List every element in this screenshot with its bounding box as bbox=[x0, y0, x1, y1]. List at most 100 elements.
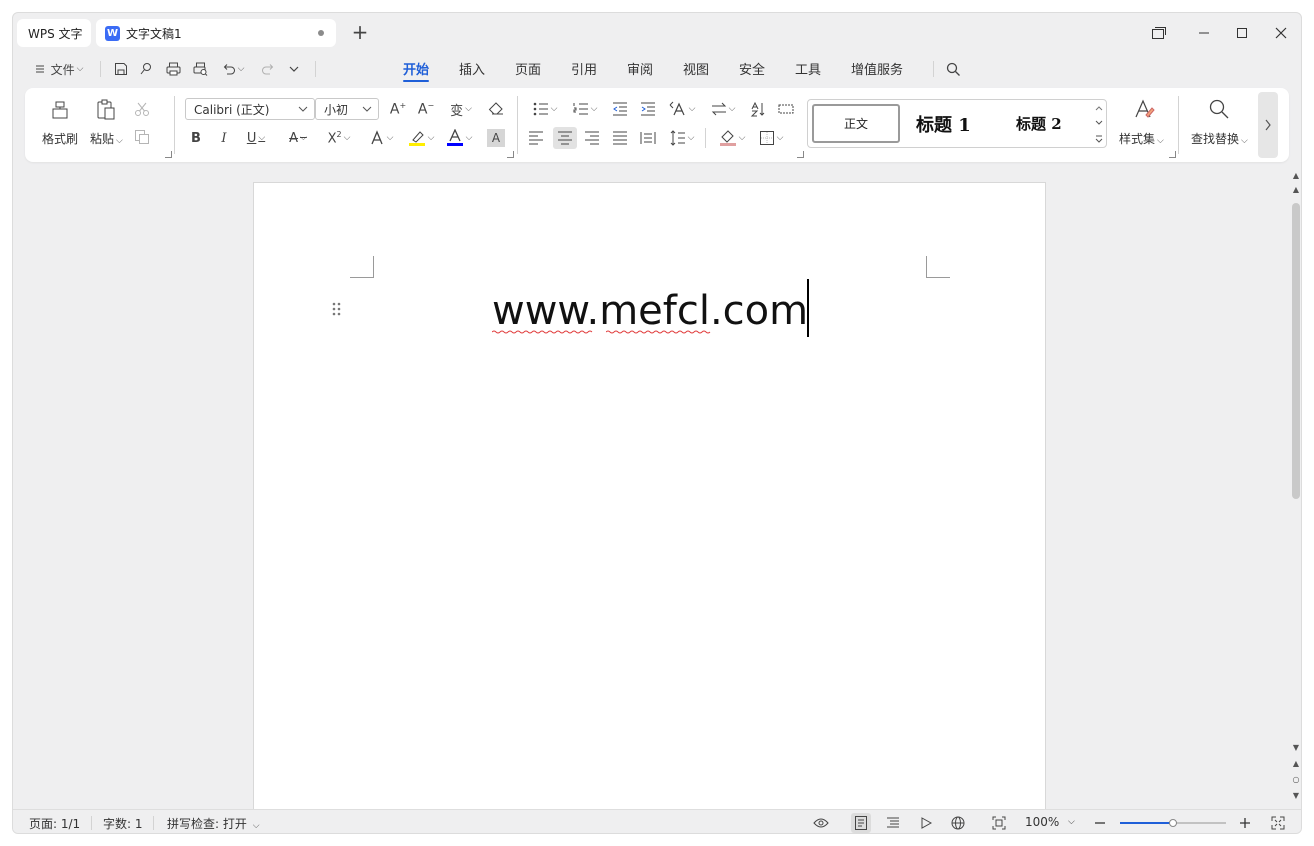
superscript-button[interactable]: X2 ⌵ bbox=[323, 127, 355, 149]
distributed-button[interactable] bbox=[637, 127, 659, 149]
quick-access-more-button[interactable] bbox=[284, 58, 304, 80]
shading-button[interactable]: ⌵ bbox=[715, 127, 749, 149]
search-button[interactable] bbox=[943, 58, 963, 80]
spell-check-toggle[interactable]: 拼写检查: 打开 ⌵ bbox=[167, 815, 260, 832]
strikethrough-button[interactable]: A ⌵ bbox=[283, 127, 313, 149]
paste-label[interactable]: 粘贴 ⌵ bbox=[90, 130, 123, 147]
style-set-button[interactable] bbox=[1131, 96, 1157, 122]
print-preview-button[interactable] bbox=[190, 58, 210, 80]
word-count[interactable]: 字数: 1 bbox=[103, 815, 143, 832]
fit-page-button[interactable] bbox=[989, 813, 1009, 833]
redo-button[interactable] bbox=[258, 58, 278, 80]
tab-page[interactable]: 页面 bbox=[515, 59, 541, 78]
cut-button[interactable] bbox=[131, 98, 153, 120]
underline-button[interactable]: U ⌵ bbox=[241, 127, 271, 149]
tab-view[interactable]: 视图 bbox=[683, 59, 709, 78]
document-canvas[interactable]: www.mefcl.com bbox=[13, 171, 1289, 822]
line-spacing-button[interactable]: ⌵ bbox=[665, 127, 699, 149]
numbering-button[interactable]: ⌵ bbox=[569, 98, 601, 120]
find-replace-label[interactable]: 查找替换 ⌵ bbox=[1191, 130, 1248, 147]
maximize-button[interactable] bbox=[1229, 21, 1255, 45]
save-button[interactable] bbox=[111, 58, 131, 80]
align-left-button[interactable] bbox=[525, 127, 547, 149]
text-effect-button[interactable]: ⌵ bbox=[365, 127, 397, 149]
scroll-up-icon[interactable]: ▲ bbox=[1289, 185, 1301, 194]
justify-button[interactable] bbox=[609, 127, 631, 149]
ribbon-more-button[interactable] bbox=[1258, 92, 1278, 158]
tab-document[interactable]: W 文字文稿1 bbox=[96, 19, 336, 47]
undo-button[interactable]: ⌵ bbox=[219, 58, 247, 80]
zoom-in-button[interactable] bbox=[1235, 813, 1255, 833]
align-right-button[interactable] bbox=[581, 127, 603, 149]
tab-review[interactable]: 审阅 bbox=[627, 59, 653, 78]
borders-button[interactable]: ⌵ bbox=[755, 127, 787, 149]
zoom-dropdown-icon[interactable]: ⌵ bbox=[1068, 817, 1075, 827]
reading-mode-button[interactable] bbox=[916, 813, 936, 833]
tab-wps-home[interactable]: WPS 文字 bbox=[17, 19, 91, 47]
tab-insert[interactable]: 插入 bbox=[459, 59, 485, 78]
paragraph-direction-button[interactable]: ⌵ bbox=[707, 98, 739, 120]
text-direction-button[interactable]: ⌵ bbox=[665, 98, 699, 120]
restore-layout-button[interactable] bbox=[1146, 21, 1172, 45]
scroll-down-icon[interactable]: ▼ bbox=[1289, 743, 1301, 752]
tab-tools[interactable]: 工具 bbox=[795, 59, 821, 78]
shrink-font-button[interactable]: A− bbox=[415, 98, 437, 120]
sort-button[interactable] bbox=[747, 98, 769, 120]
outline-view-button[interactable] bbox=[883, 813, 903, 833]
bullets-button[interactable]: ⌵ bbox=[529, 98, 561, 120]
copy-button[interactable] bbox=[131, 126, 153, 148]
scrollbar-thumb[interactable] bbox=[1292, 203, 1300, 499]
vertical-scrollbar[interactable]: ▲ ▲ ▼ ▲ ○ ▼ bbox=[1289, 171, 1301, 809]
format-painter-button[interactable] bbox=[47, 98, 73, 122]
page-count[interactable]: 页面: 1/1 bbox=[29, 815, 80, 832]
unsaved-dot-icon[interactable] bbox=[318, 30, 324, 36]
minimize-button[interactable] bbox=[1191, 21, 1217, 45]
font-color-button[interactable]: ⌵ bbox=[443, 127, 475, 149]
highlight-button[interactable]: ⌵ bbox=[405, 127, 437, 149]
previous-page-icon[interactable]: ▲ bbox=[1289, 759, 1301, 768]
zoom-slider[interactable] bbox=[1120, 819, 1226, 827]
page-view-button[interactable] bbox=[851, 813, 871, 833]
clipboard-dialog-launcher[interactable] bbox=[165, 151, 172, 158]
eye-protection-button[interactable] bbox=[811, 813, 831, 833]
tab-value-added[interactable]: 增值服务 bbox=[851, 59, 903, 78]
document-page[interactable]: www.mefcl.com bbox=[253, 182, 1046, 822]
show-marks-button[interactable] bbox=[775, 98, 797, 120]
web-layout-button[interactable] bbox=[948, 813, 968, 833]
italic-button[interactable]: I bbox=[213, 127, 235, 149]
paragraph-drag-handle-icon[interactable] bbox=[332, 302, 342, 318]
paste-button[interactable] bbox=[93, 98, 119, 122]
style-gallery-scroll[interactable] bbox=[1094, 102, 1104, 146]
scroll-top-icon[interactable]: ▲ bbox=[1289, 171, 1301, 180]
fullscreen-button[interactable] bbox=[1268, 813, 1288, 833]
styles-dialog-launcher[interactable] bbox=[1169, 151, 1176, 158]
file-menu-button[interactable]: 文件 ⌵ bbox=[27, 58, 91, 80]
style-set-label[interactable]: 样式集 ⌵ bbox=[1119, 130, 1164, 147]
increase-indent-button[interactable] bbox=[637, 98, 659, 120]
character-shading-button[interactable]: A bbox=[487, 129, 505, 147]
font-size-dropdown[interactable]: 小初 bbox=[315, 98, 379, 120]
phonetic-guide-button[interactable]: 变 ⌵ bbox=[445, 98, 477, 120]
decrease-indent-button[interactable] bbox=[609, 98, 631, 120]
tab-home[interactable]: 开始 bbox=[403, 59, 430, 82]
font-name-dropdown[interactable]: Calibri (正文) bbox=[185, 98, 315, 120]
format-paint-quick-button[interactable] bbox=[136, 58, 156, 80]
clear-format-button[interactable] bbox=[485, 98, 507, 120]
zoom-level[interactable]: 100% bbox=[1025, 815, 1059, 829]
tab-references[interactable]: 引用 bbox=[571, 59, 597, 78]
grow-font-button[interactable]: A+ bbox=[387, 98, 409, 120]
style-normal[interactable]: 正文 bbox=[812, 104, 900, 143]
close-button[interactable] bbox=[1268, 21, 1294, 45]
print-button[interactable] bbox=[163, 58, 183, 80]
style-heading-1[interactable]: 标题 1 bbox=[916, 111, 971, 137]
new-tab-button[interactable]: + bbox=[349, 22, 371, 44]
find-replace-button[interactable] bbox=[1206, 96, 1232, 122]
zoom-slider-handle[interactable] bbox=[1169, 819, 1177, 827]
paragraph-dialog-launcher[interactable] bbox=[797, 151, 804, 158]
font-dialog-launcher[interactable] bbox=[507, 151, 514, 158]
select-browse-object-icon[interactable]: ○ bbox=[1289, 775, 1301, 784]
align-center-button[interactable] bbox=[553, 127, 577, 149]
next-page-icon[interactable]: ▼ bbox=[1289, 791, 1301, 800]
tab-security[interactable]: 安全 bbox=[739, 59, 765, 78]
style-heading-2[interactable]: 标题 2 bbox=[1016, 113, 1062, 134]
